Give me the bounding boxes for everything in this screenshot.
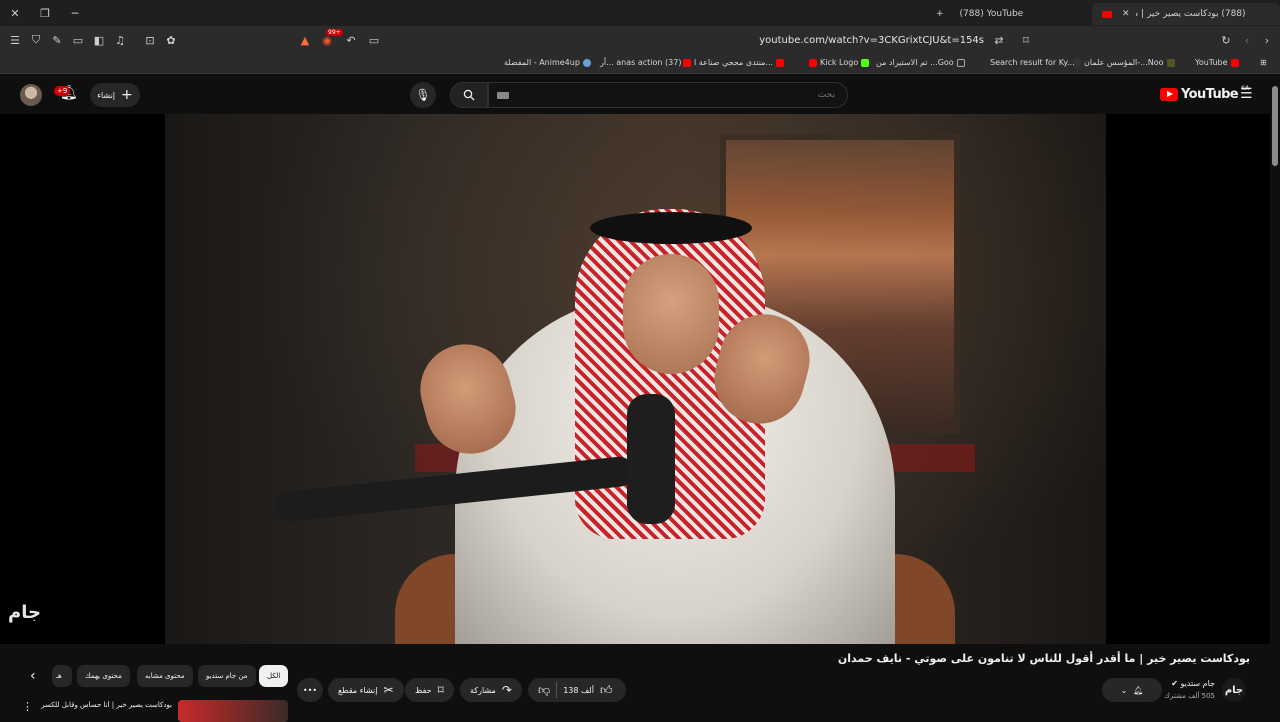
youtube-header: 🔔︎ إنشاء + 🎙︎ YouTube SA ☰ xyxy=(0,76,1280,114)
create-button[interactable]: إنشاء + xyxy=(90,83,140,107)
save-bookmark-icon: ⌑ xyxy=(437,683,444,697)
recommended-title[interactable]: بودكاست يصير خير | أنا حساس وقابل للكسر xyxy=(36,701,172,709)
keyboard-icon[interactable] xyxy=(497,92,509,99)
youtube-icon xyxy=(776,58,785,67)
subscribe-bell-button[interactable]: ⌄ 🔔︎ xyxy=(1102,678,1162,702)
new-tab-icon[interactable]: + xyxy=(936,9,944,19)
back-icon[interactable]: ‹ xyxy=(1237,30,1257,50)
divider xyxy=(556,682,558,698)
video-player[interactable]: جام xyxy=(0,114,1270,644)
recommended-thumbnail[interactable] xyxy=(178,700,288,722)
chip-all[interactable]: الكل xyxy=(259,665,289,687)
browser-tabbar: ✕ ❐ ─ + (788) YouTube ✕ (788) بودكاست يص… xyxy=(0,0,1280,26)
save-button[interactable]: حفظ ⌑ xyxy=(405,678,454,702)
video-title: بودكاست يصير خير | ما أقدر أقول للناس لا… xyxy=(837,652,1250,665)
channel-name[interactable]: جام ستديو ✔ xyxy=(1171,679,1215,688)
folder-icon xyxy=(956,58,965,67)
guide-menu-icon[interactable]: ☰ xyxy=(1240,86,1253,102)
youtube-play-icon xyxy=(1160,88,1178,101)
close-window-icon[interactable]: ✕ xyxy=(0,0,30,26)
notification-count-badge: +9 xyxy=(54,86,71,96)
like-count: 138 ألف xyxy=(563,685,594,695)
voice-search-button[interactable]: 🎙︎ xyxy=(410,82,436,108)
scrollbar-thumb[interactable] xyxy=(1272,86,1278,166)
youtube-icon xyxy=(809,58,817,67)
bookmark-search-result[interactable]: Search result for Ky... xyxy=(990,58,1075,67)
minimize-window-icon[interactable]: ─ xyxy=(60,0,90,26)
bookmark-imported[interactable]: تم الاستيراد من ...Goo xyxy=(876,58,968,67)
avatar[interactable] xyxy=(20,84,42,106)
site-icon xyxy=(1166,58,1175,67)
youtube-icon xyxy=(683,58,691,67)
channel-avatar[interactable]: جام xyxy=(1222,678,1246,702)
browser-tab-youtube[interactable]: + (788) YouTube xyxy=(930,3,1110,25)
share-button[interactable]: مشاركة ↷ xyxy=(460,678,522,702)
menu-icon[interactable]: ☰ xyxy=(5,30,25,50)
scissors-icon: ✂ xyxy=(383,683,394,697)
bookmarks-menu-icon[interactable]: ⊞ xyxy=(1260,58,1267,67)
search-icon xyxy=(463,89,475,101)
clip-button[interactable]: إنشاء مقطع ✂ xyxy=(328,678,404,702)
like-icon[interactable]: 👍︎ xyxy=(600,683,613,698)
wallet-icon[interactable]: ▭ xyxy=(68,30,88,50)
subscriber-count: 505 ألف مشترك xyxy=(1164,692,1215,700)
bookmark-icon[interactable]: ⌑ xyxy=(1016,30,1036,50)
microphone xyxy=(627,394,675,524)
sidebar-icon[interactable]: ◧ xyxy=(89,30,109,50)
more-actions-button[interactable]: ••• xyxy=(297,678,323,702)
bookmark-forum[interactable]: منتدى محجي صناعة ا... xyxy=(680,58,787,67)
search-button[interactable] xyxy=(450,82,488,108)
url-text: youtube.com/watch?v=3CKGrixtCJU&t=154s xyxy=(759,34,984,46)
bookmark-kick-logo[interactable]: Kick Logo xyxy=(806,58,872,67)
youtube-icon xyxy=(1230,58,1239,67)
search-input[interactable] xyxy=(488,82,848,108)
channel-watermark[interactable]: جام xyxy=(8,602,41,623)
chevron-down-icon: ⌄ xyxy=(1120,685,1128,695)
speaker-agal xyxy=(590,212,752,244)
share-icon: ↷ xyxy=(501,683,512,697)
address-bar[interactable]: youtube.com/watch?v=3CKGrixtCJU&t=154s xyxy=(290,29,1010,51)
reload-icon[interactable]: ↻ xyxy=(1216,30,1236,50)
page-scrollbar[interactable] xyxy=(1270,76,1280,720)
youtube-favicon-icon xyxy=(1102,10,1112,18)
pen-icon[interactable]: ✎ xyxy=(47,30,67,50)
speaker-face xyxy=(623,254,719,374)
like-dislike-group: 👎︎ 138 ألف 👍︎ xyxy=(528,678,626,702)
bookmark-youtube[interactable]: YouTube xyxy=(1195,58,1242,67)
close-tab-icon[interactable]: ✕ xyxy=(1122,9,1130,19)
chip-from-channel[interactable]: من جام ستديو xyxy=(198,665,256,687)
youtube-logo[interactable]: YouTube SA xyxy=(1160,85,1249,102)
chip-similar[interactable]: محتوى مشابه xyxy=(137,665,193,687)
extensions-icon[interactable]: ✿ xyxy=(161,30,181,50)
plus-icon: + xyxy=(121,87,133,103)
verified-icon: ✔ xyxy=(1171,679,1178,688)
shield-icon[interactable]: ⛉ xyxy=(26,30,46,50)
site-icon xyxy=(582,58,591,67)
chip-for-you[interactable]: محتوى يهمك xyxy=(77,665,130,687)
kick-icon xyxy=(861,58,870,67)
bell-icon: 🔔︎ xyxy=(1133,685,1144,695)
browser-tab-active[interactable]: ✕ (788) بودكاست يصير خير | ما أ... xyxy=(1092,3,1280,25)
music-icon[interactable]: ♫ xyxy=(110,30,130,50)
bookmark-anas-action[interactable]: أر... anas action (37) xyxy=(600,58,681,67)
forward-icon[interactable]: › xyxy=(1257,30,1277,50)
bookmark-anime4up[interactable]: المفضلة - Anime4up xyxy=(504,58,594,67)
chevron-left-icon[interactable]: ‹ xyxy=(30,668,36,684)
more-horizontal-icon: ••• xyxy=(302,685,318,695)
dislike-button[interactable]: 👎︎ xyxy=(538,683,550,698)
video-frame[interactable] xyxy=(165,114,1106,644)
mic-icon: 🎙︎ xyxy=(415,88,431,102)
bookmark-noo[interactable]: المؤسس علمان-...Noo xyxy=(1070,58,1178,67)
screenshot-icon[interactable]: ⊡ xyxy=(140,30,160,50)
more-vertical-icon[interactable]: ⋮ xyxy=(22,700,33,713)
below-player: بودكاست يصير خير | ما أقدر أقول للناس لا… xyxy=(0,644,1270,722)
chip-more[interactable]: هـ xyxy=(52,665,72,687)
bookmarks-bar: YouTube المؤسس علمان-...Noo Search resul… xyxy=(0,54,1280,74)
restore-window-icon[interactable]: ❐ xyxy=(30,0,60,26)
